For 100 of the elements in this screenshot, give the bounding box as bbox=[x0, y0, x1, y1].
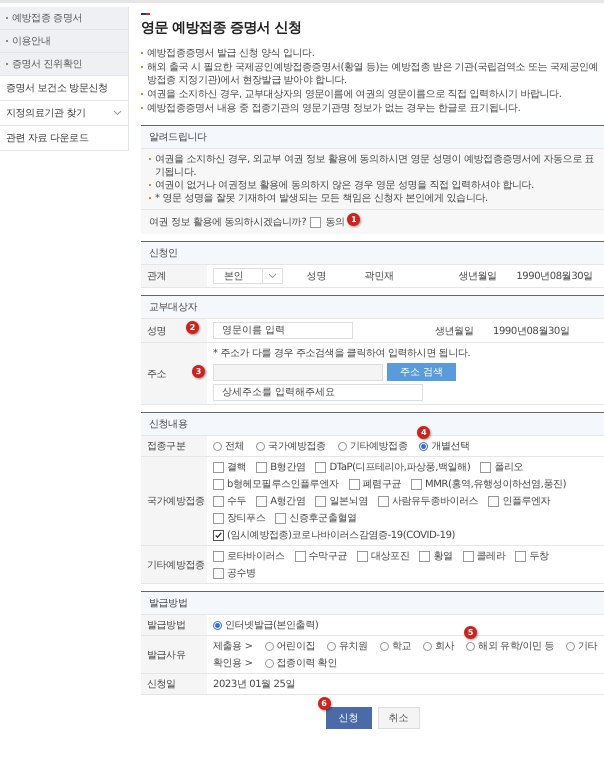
checkbox[interactable] bbox=[488, 496, 500, 506]
checkbox[interactable] bbox=[213, 478, 224, 490]
checkbox[interactable] bbox=[310, 216, 322, 228]
radio-button[interactable] bbox=[566, 642, 575, 650]
field-label: 접종구분 bbox=[141, 436, 207, 456]
checkbox-label: b형헤모필루스인플루엔자 bbox=[227, 478, 339, 491]
checkbox[interactable] bbox=[315, 462, 326, 472]
checkbox-label: (임시예방접종)코로나바이러스감염증-19(COVID-19) bbox=[227, 529, 456, 542]
checkbox[interactable] bbox=[256, 462, 268, 472]
radio-button[interactable] bbox=[213, 620, 222, 630]
step-badge: 6 bbox=[318, 697, 330, 710]
checkbox-label: B형간염 bbox=[270, 461, 306, 474]
intro-text: 여권을 소지하신 경우, 교부대상자의 영문이름에 여권의 영문이름으로 직접 입력하시기 바랍니다. bbox=[147, 88, 562, 101]
checkbox[interactable] bbox=[275, 512, 286, 524]
checkbox-label: 황열 bbox=[433, 550, 453, 563]
checkbox-label: 신증후군출혈열 bbox=[289, 512, 357, 525]
checkbox[interactable] bbox=[213, 462, 224, 472]
detail-address-input[interactable]: 상세주소를 입력해주세요 bbox=[213, 384, 423, 401]
checkbox[interactable] bbox=[410, 478, 422, 490]
checkbox-label: 일본뇌염 bbox=[329, 495, 368, 508]
checkbox-label: DTaP(디프테리아,파상풍,백일해) bbox=[329, 461, 470, 474]
checkbox[interactable] bbox=[515, 550, 526, 562]
chevron-down-icon bbox=[111, 110, 122, 116]
radio-button[interactable] bbox=[422, 642, 432, 650]
radio-label: 국가예방접종 bbox=[268, 440, 326, 453]
checkbox[interactable] bbox=[348, 478, 360, 490]
relation-select[interactable]: 본인 bbox=[213, 268, 283, 284]
consent-question: 여권 정보 활용에 동의하시겠습니까? bbox=[149, 216, 306, 229]
field-label: 국가예방접종 bbox=[141, 457, 207, 545]
radio-button[interactable] bbox=[326, 642, 336, 650]
step-badge: 4 bbox=[417, 426, 430, 439]
checkbox-label: 동의 bbox=[325, 217, 344, 228]
checkbox[interactable] bbox=[378, 496, 389, 506]
field-value: 곽민재 bbox=[364, 270, 394, 283]
reason-group-label: 제출용 > bbox=[213, 640, 253, 653]
checkbox-label: 공수병 bbox=[227, 567, 256, 580]
address-input[interactable] bbox=[213, 364, 383, 380]
checkbox-label: 인플루엔자 bbox=[502, 495, 550, 508]
radio-button[interactable] bbox=[419, 442, 428, 450]
checkbox[interactable] bbox=[213, 568, 224, 578]
sidebar-item[interactable]: 예방접종 증명서 bbox=[0, 7, 128, 30]
radio-button[interactable] bbox=[338, 442, 347, 450]
notice-text: 여권을 소지하신 경우, 외교부 여권 정보 활용에 동의하시면 영문 성명이 예방접종증명서에 자동으로 표기됩니다. bbox=[155, 153, 596, 179]
notice-text: * 영문 성명을 잘못 기재하여 발생되는 모든 책임은 신청자 본인에게 있습니다. bbox=[155, 192, 488, 205]
sidebar-item[interactable]: 증명서 진위확인 bbox=[0, 53, 128, 76]
radio-label: 회사 bbox=[434, 640, 454, 653]
checkbox[interactable] bbox=[419, 550, 430, 562]
checkbox[interactable] bbox=[213, 496, 224, 506]
title-accent-icon bbox=[141, 13, 150, 15]
checkbox[interactable] bbox=[315, 496, 326, 506]
checkbox-label: 수막구균 bbox=[308, 550, 348, 563]
radio-button[interactable] bbox=[380, 642, 389, 650]
field-value: 2023년 01월 25일 bbox=[213, 678, 296, 691]
section-header: 교부대상자 bbox=[141, 296, 604, 319]
address-note: * 주소가 다를 경우 주소검색을 클릭하여 입력하시면 됩니다. bbox=[213, 347, 470, 360]
sidebar-item[interactable]: 관련 자료 다운로드 bbox=[0, 126, 128, 151]
section-header: 신청인 bbox=[141, 242, 604, 265]
step-badge: 1 bbox=[347, 213, 360, 226]
checkbox-label: 두창 bbox=[529, 550, 549, 563]
page-title: 영문 예방접종 증명서 신청 bbox=[141, 19, 302, 37]
radio-label: 개별선택 bbox=[431, 440, 470, 453]
checkbox[interactable] bbox=[294, 550, 306, 562]
radio-button[interactable] bbox=[466, 642, 476, 650]
sidebar-item[interactable]: 증명서 보건소 방문신청 bbox=[0, 76, 128, 101]
radio-label: 기타예방접종 bbox=[350, 440, 408, 453]
checkbox[interactable] bbox=[480, 462, 492, 472]
checkbox[interactable] bbox=[213, 530, 224, 540]
intro-text: 예방접종증명서 내용 중 접종기관의 영문기관명 정보가 없는 경우는 한글로 표기됩니다. bbox=[147, 102, 520, 115]
section-header: 알려드립니다 bbox=[141, 126, 604, 149]
sidebar-item[interactable]: 지정의료기관 찾기 bbox=[0, 101, 128, 126]
checkbox[interactable] bbox=[462, 550, 474, 562]
checkbox[interactable] bbox=[256, 496, 268, 506]
checkbox-label: 로타바이러스 bbox=[227, 550, 285, 563]
step-badge: 5 bbox=[464, 626, 478, 639]
form-button[interactable]: 취소 bbox=[378, 707, 420, 729]
checkbox-label: 콜레라 bbox=[476, 550, 506, 563]
field-label: 관계 bbox=[141, 265, 207, 287]
checkbox[interactable] bbox=[213, 550, 224, 562]
field-label: 기타예방접종 bbox=[141, 546, 207, 583]
radio-button[interactable] bbox=[256, 442, 266, 450]
form-button[interactable]: 신청 bbox=[326, 707, 372, 729]
radio-button[interactable] bbox=[264, 658, 274, 668]
radio-label: 인터넷발급(본인출력) bbox=[225, 619, 318, 632]
checkbox-label: 대상포진 bbox=[371, 550, 410, 563]
intro-text: 예방접종증명서 발급 신청 양식 입니다. bbox=[147, 47, 314, 60]
radio-button[interactable] bbox=[213, 442, 222, 450]
checkbox-label: 장티푸스 bbox=[227, 512, 266, 525]
radio-label: 전체 bbox=[225, 440, 244, 453]
sidebar-item[interactable]: 이용안내 bbox=[0, 30, 128, 53]
radio-label: 접종이력 확인 bbox=[276, 657, 337, 670]
radio-label: 어린이집 bbox=[276, 640, 315, 653]
intro-text: 해외 출국 시 필요한 국제공인예방접종증명서(황열 등)는 예방접종 받은 기관(국립검역소 또는 국제공인예방접종 지정기관)에서 현장발급 받아야 합니다. bbox=[147, 61, 600, 87]
checkbox-label: MMR(홍역,유행성이하선염,풍진) bbox=[424, 478, 566, 491]
name-input[interactable]: 영문이름 입력 bbox=[213, 322, 353, 339]
radio-button[interactable] bbox=[264, 642, 274, 650]
checkbox[interactable] bbox=[357, 550, 368, 562]
field-value: 1990년08월30일 bbox=[516, 270, 593, 283]
checkbox[interactable] bbox=[213, 512, 224, 524]
reason-group-label: 확인용 > bbox=[213, 657, 253, 670]
checkbox-label: 수두 bbox=[227, 495, 246, 508]
